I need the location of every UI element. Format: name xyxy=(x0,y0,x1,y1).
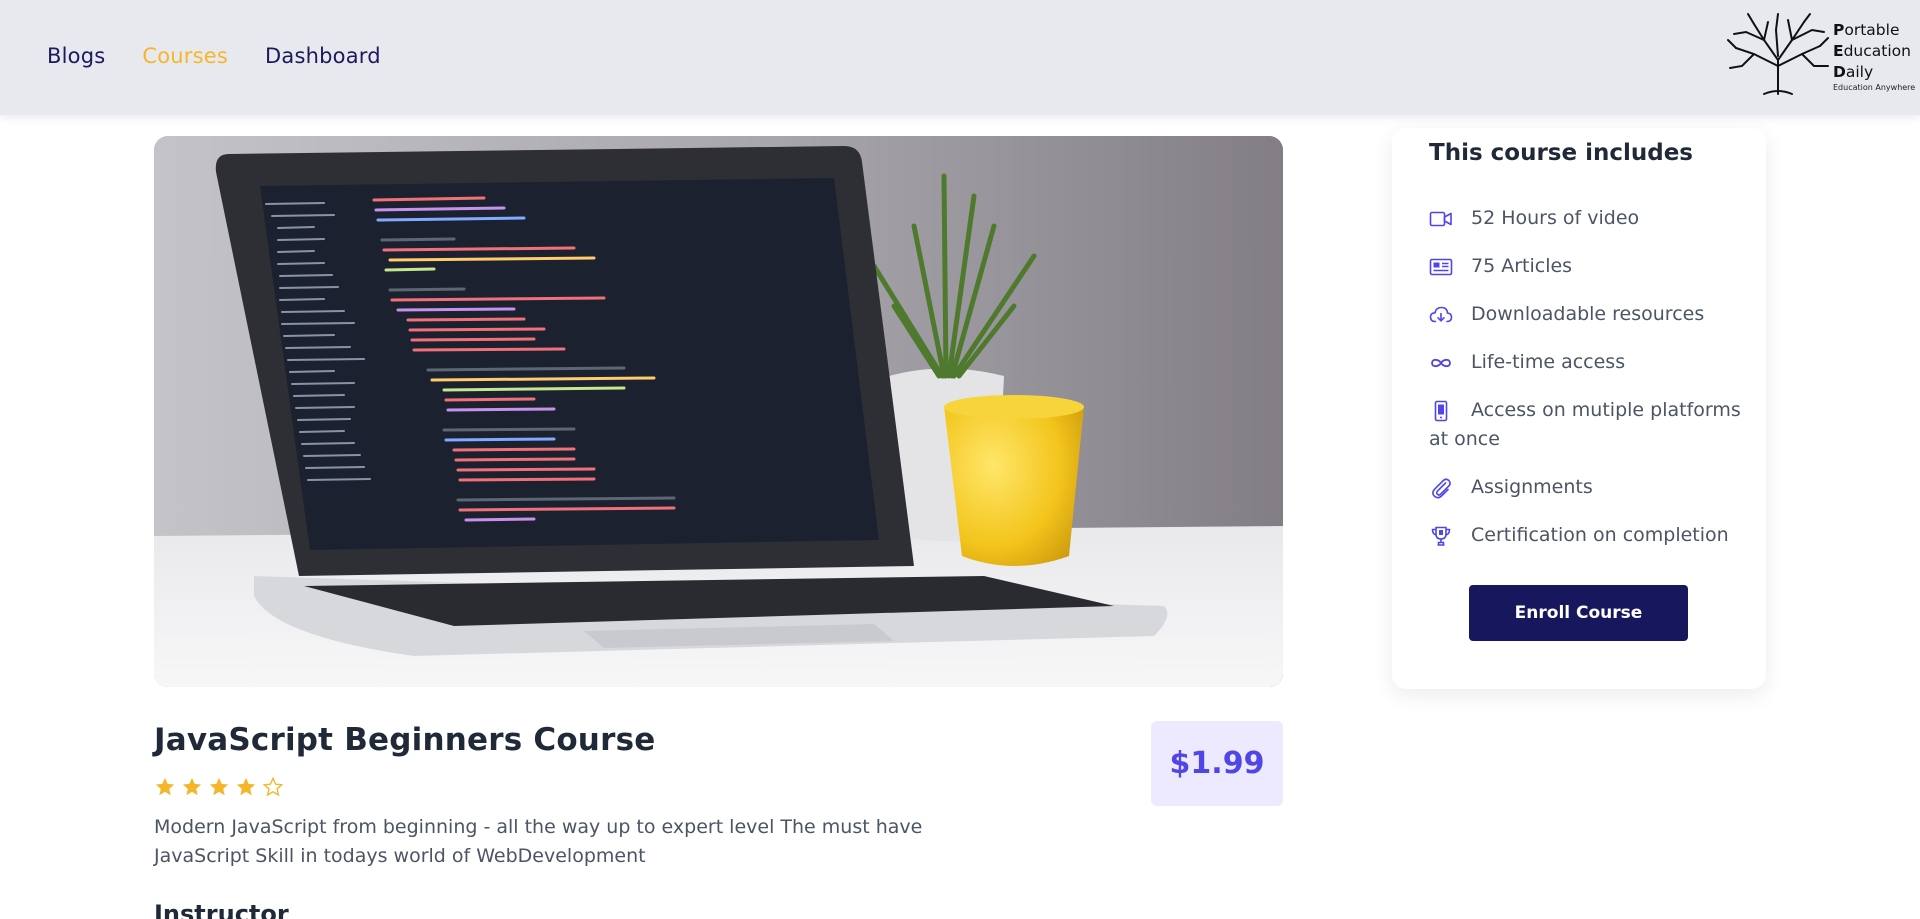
feature-label: 75 Articles xyxy=(1471,255,1573,277)
cloud-download-icon xyxy=(1429,306,1453,323)
feature-label: Assignments xyxy=(1471,476,1593,498)
mobile-icon xyxy=(1434,400,1448,422)
feature-item: Certification on completion xyxy=(1429,521,1749,550)
video-icon xyxy=(1429,211,1452,227)
instructor-heading: Instructor xyxy=(154,900,289,919)
feature-item: 75 Articles xyxy=(1429,252,1749,281)
feature-list: 52 Hours of video 75 Articles Downloadab… xyxy=(1429,204,1749,569)
rating-stars xyxy=(154,776,284,798)
top-header: Blogs Courses Dashboard Portable Educati… xyxy=(0,0,1920,115)
feature-item: 52 Hours of video xyxy=(1429,204,1749,233)
feature-label: 52 Hours of video xyxy=(1471,207,1640,229)
feature-label: Downloadable resources xyxy=(1471,303,1705,325)
nav-courses[interactable]: Courses xyxy=(142,44,228,68)
star-empty-icon xyxy=(262,776,284,797)
feature-item: Life-time access xyxy=(1429,348,1749,377)
feature-label: Certification on completion xyxy=(1471,524,1729,546)
infinity-icon xyxy=(1431,358,1451,368)
nav-blogs[interactable]: Blogs xyxy=(47,44,105,68)
site-logo[interactable]: Portable Education Daily Education Anywh… xyxy=(1724,10,1916,98)
nav-dashboard[interactable]: Dashboard xyxy=(265,44,381,68)
course-description: Modern JavaScript from beginning - all t… xyxy=(154,816,923,867)
feature-label: Life-time access xyxy=(1471,351,1626,373)
trophy-icon xyxy=(1431,526,1451,546)
course-title: JavaScript Beginners Course xyxy=(154,722,656,758)
feature-label: Access on mutiple platforms at once xyxy=(1429,399,1741,450)
enroll-course-button[interactable]: Enroll Course xyxy=(1469,585,1688,641)
logo-tagline: Education Anywhere xyxy=(1833,83,1916,92)
tree-icon xyxy=(1727,13,1829,95)
star-filled-icon xyxy=(236,777,256,796)
feature-item: Downloadable resources xyxy=(1429,300,1749,329)
article-icon xyxy=(1429,258,1453,276)
star-filled-icon xyxy=(182,777,202,796)
card-title: This course includes xyxy=(1429,140,1693,166)
feature-item: Assignments xyxy=(1429,473,1749,502)
course-hero-image xyxy=(154,136,1283,687)
course-includes-card: This course includes 52 Hours of video 7… xyxy=(1392,128,1766,689)
logo-wordmark: Portable Education Daily xyxy=(1833,21,1911,81)
star-filled-icon xyxy=(155,777,175,796)
laptop-illustration xyxy=(154,136,1283,687)
star-filled-icon xyxy=(209,777,229,796)
course-price: $1.99 xyxy=(1151,721,1283,806)
main-nav: Blogs Courses Dashboard xyxy=(47,44,381,68)
paperclip-icon xyxy=(1432,478,1451,499)
feature-item: Access on mutiple platforms at once xyxy=(1429,396,1749,454)
